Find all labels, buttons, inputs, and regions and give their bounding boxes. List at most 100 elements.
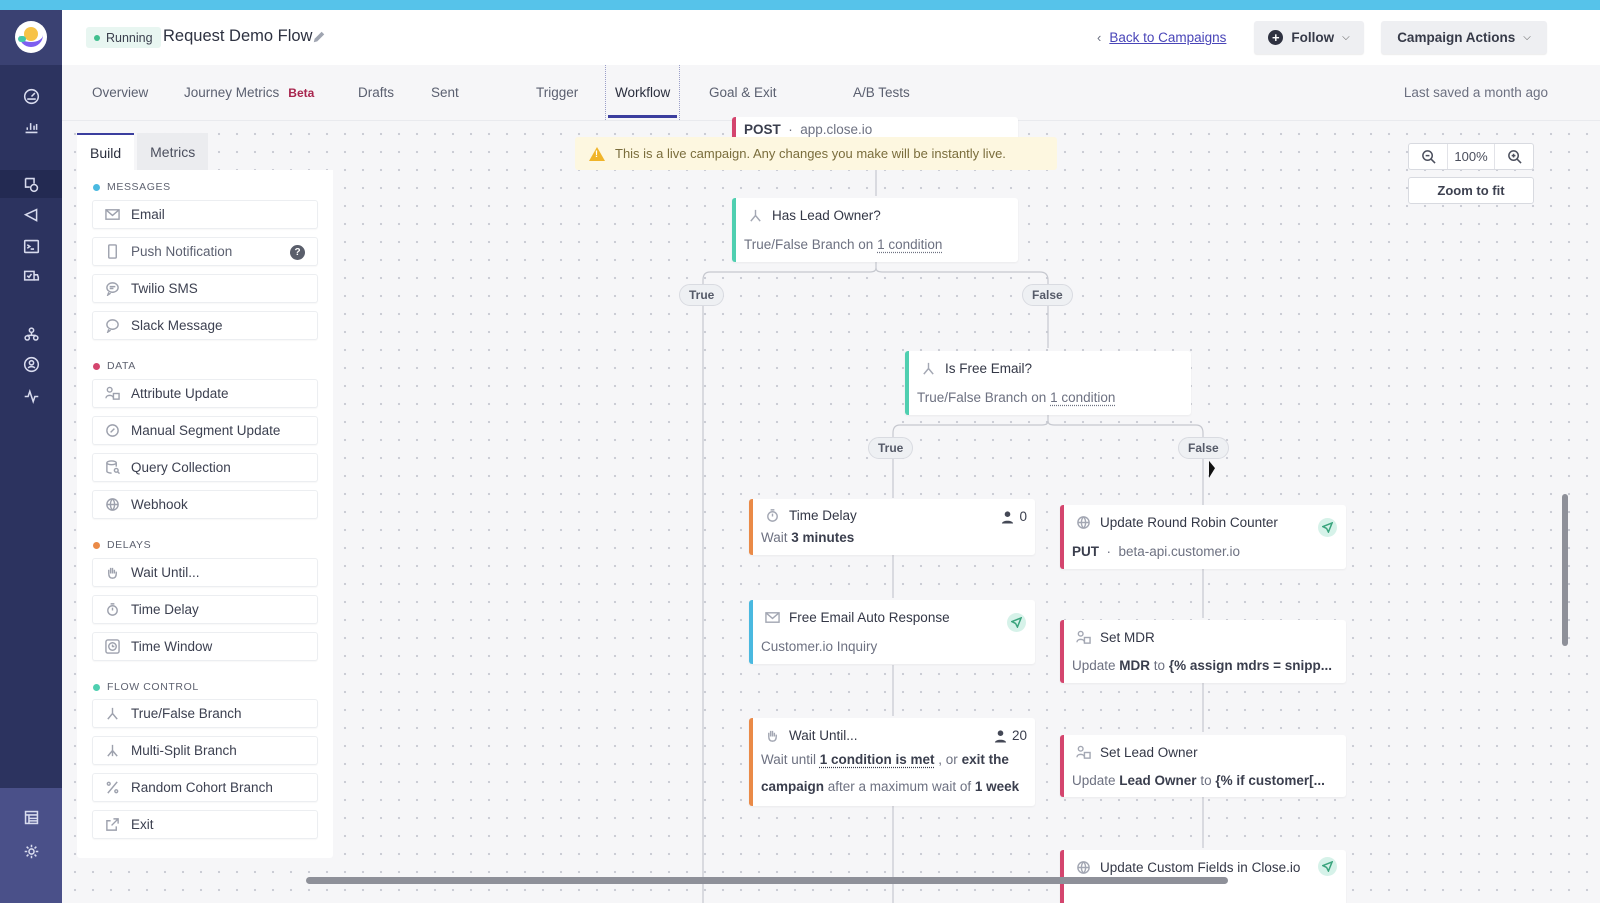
palette-item-query-collection[interactable]: Query Collection	[92, 453, 318, 482]
help-icon[interactable]: ?	[290, 245, 305, 260]
content-icon[interactable]	[17, 803, 45, 831]
settings-icon[interactable]	[17, 837, 45, 865]
segment-icon	[93, 423, 131, 438]
stopwatch-icon	[93, 602, 131, 617]
person-icon	[1002, 510, 1014, 523]
attribute-update-node-set-mdr[interactable]: Set MDR Update MDR to {% assign mdrs = s…	[1060, 620, 1346, 683]
segments-icon[interactable]	[17, 320, 45, 348]
page-title: Request Demo Flow	[163, 27, 313, 45]
palette-item-true-false-branch[interactable]: True/False Branch	[92, 699, 318, 728]
broadcasts-icon[interactable]	[17, 201, 45, 229]
palette-item-push-notification[interactable]: Push Notification?	[92, 237, 318, 266]
tab-build[interactable]: Build	[77, 133, 135, 170]
palette-item-webhook[interactable]: Webhook	[92, 490, 318, 519]
node-subtitle-line2: campaign after a maximum wait of 1 week	[761, 779, 1020, 794]
tab-drafts[interactable]: Drafts	[358, 65, 394, 120]
node-subtitle: True/False Branch on 1 condition	[744, 237, 943, 252]
palette-item-email[interactable]: Email	[92, 200, 318, 229]
palette-item-exit[interactable]: Exit	[92, 810, 318, 839]
hand-icon	[93, 565, 131, 580]
attribute-update-icon	[1076, 745, 1091, 759]
palette-item-time-window[interactable]: Time Window	[92, 632, 318, 661]
palette-item-slack-message[interactable]: Slack Message	[92, 311, 318, 340]
branch-node-has-lead-owner[interactable]: Has Lead Owner? True/False Branch on 1 c…	[732, 198, 1018, 262]
email-node-free-email-auto-response[interactable]: Free Email Auto Response Customer.io Inq…	[749, 600, 1035, 664]
tab-trigger[interactable]: Trigger	[536, 65, 578, 120]
palette-item-manual-segment-update[interactable]: Manual Segment Update	[92, 416, 318, 445]
people-icon[interactable]	[17, 350, 45, 378]
people-count: 0	[1001, 509, 1027, 524]
node-title: Set MDR	[1076, 630, 1155, 645]
condition-link[interactable]: 1 condition	[1050, 390, 1115, 405]
chevron-down-icon: ⌵	[1523, 32, 1531, 43]
node-title: Free Email Auto Response	[765, 610, 950, 625]
palette-item-time-delay[interactable]: Time Delay	[92, 595, 318, 624]
palette-item-twilio-sms[interactable]: Twilio SMS	[92, 274, 318, 303]
chevron-down-icon: ⌵	[1342, 32, 1350, 43]
deliveries-icon[interactable]	[17, 262, 45, 290]
tab-sent[interactable]: Sent	[431, 65, 459, 120]
section-flow-control: FLOW CONTROL	[93, 681, 199, 693]
false-branch-label: False	[1178, 437, 1229, 459]
analytics-icon[interactable]	[17, 112, 45, 140]
attribute-update-icon	[93, 386, 131, 401]
true-branch-label: True	[868, 437, 914, 459]
palette-item-multi-split-branch[interactable]: Multi-Split Branch	[92, 736, 318, 765]
hand-icon	[768, 730, 777, 742]
webhook-node-round-robin[interactable]: Update Round Robin Counter PUT · beta-ap…	[1060, 505, 1346, 569]
wait-until-node[interactable]: Wait Until... 20 Wait until 1 condition …	[749, 718, 1035, 806]
zoom-out-button[interactable]	[1409, 144, 1447, 169]
chat-bubble-icon	[93, 318, 131, 333]
people-count: 20	[994, 728, 1027, 743]
warning-icon	[589, 146, 605, 161]
time-delay-node[interactable]: Time Delay 0 Wait 3 minutes	[749, 499, 1035, 555]
node-title: Has Lead Owner?	[748, 208, 881, 223]
attribute-update-node-set-lead-owner[interactable]: Set Lead Owner Update Lead Owner to {% i…	[1060, 735, 1346, 797]
dashboard-icon[interactable]	[17, 82, 45, 110]
vertical-scrollbar[interactable]	[1562, 494, 1568, 646]
top-accent-bar	[0, 0, 1600, 10]
status-badge: Running	[86, 27, 161, 48]
zoom-level: 100%	[1447, 144, 1495, 169]
zoom-in-button[interactable]	[1495, 144, 1533, 169]
node-title: Update Custom Fields in Close.io	[1076, 860, 1300, 875]
status-dot	[94, 34, 100, 41]
beta-badge: Beta	[288, 85, 315, 100]
condition-link[interactable]: 1 condition is met	[820, 752, 935, 767]
left-nav	[0, 10, 62, 903]
horizontal-scrollbar[interactable]	[306, 877, 1228, 884]
sent-icon	[1318, 518, 1337, 537]
back-to-campaigns-link[interactable]: ‹ Back to Campaigns	[1097, 30, 1226, 45]
tab-goal-exit[interactable]: Goal & Exit	[709, 65, 777, 120]
campaigns-icon[interactable]	[0, 170, 62, 198]
app-logo[interactable]	[15, 21, 47, 53]
follow-button[interactable]: + Follow ⌵	[1254, 21, 1364, 54]
false-branch-label: False	[1022, 284, 1073, 306]
tab-ab-tests[interactable]: A/B Tests	[853, 65, 910, 120]
palette-item-attribute-update[interactable]: Attribute Update	[92, 379, 318, 408]
logo-area[interactable]	[0, 10, 62, 65]
database-search-icon	[93, 460, 131, 475]
edit-title-icon[interactable]	[312, 30, 326, 44]
node-subtitle: Customer.io Inquiry	[761, 639, 878, 654]
campaign-tabs: Overview Journey Metrics Beta Drafts Sent…	[62, 65, 1600, 121]
tab-journey-metrics[interactable]: Journey Metrics Beta	[184, 65, 314, 120]
branch-icon	[93, 706, 131, 721]
tab-workflow[interactable]: Workflow	[605, 65, 681, 120]
node-subtitle: True/False Branch on 1 condition	[917, 390, 1116, 405]
plus-circle-icon: +	[1268, 30, 1284, 45]
branch-node-is-free-email[interactable]: Is Free Email? True/False Branch on 1 co…	[905, 351, 1191, 415]
campaign-actions-button[interactable]: Campaign Actions ⌵	[1381, 21, 1547, 54]
activity-icon[interactable]	[17, 382, 45, 410]
palette-item-random-cohort-branch[interactable]: Random Cohort Branch	[92, 773, 318, 802]
live-campaign-warning: This is a live campaign. Any changes you…	[575, 137, 1057, 170]
palette-item-wait-until[interactable]: Wait Until...	[92, 558, 318, 587]
section-messages: MESSAGES	[93, 181, 171, 193]
transactional-icon[interactable]	[17, 232, 45, 260]
node-subtitle: Update MDR to {% assign mdrs = snipp...	[1072, 658, 1332, 673]
condition-link[interactable]: 1 condition	[877, 237, 942, 252]
tab-metrics[interactable]: Metrics	[137, 133, 209, 170]
zoom-to-fit-button[interactable]: Zoom to fit	[1408, 177, 1534, 204]
tab-overview[interactable]: Overview	[92, 65, 148, 120]
campaign-header: Running Request Demo Flow ‹ Back to Campa…	[62, 10, 1600, 65]
